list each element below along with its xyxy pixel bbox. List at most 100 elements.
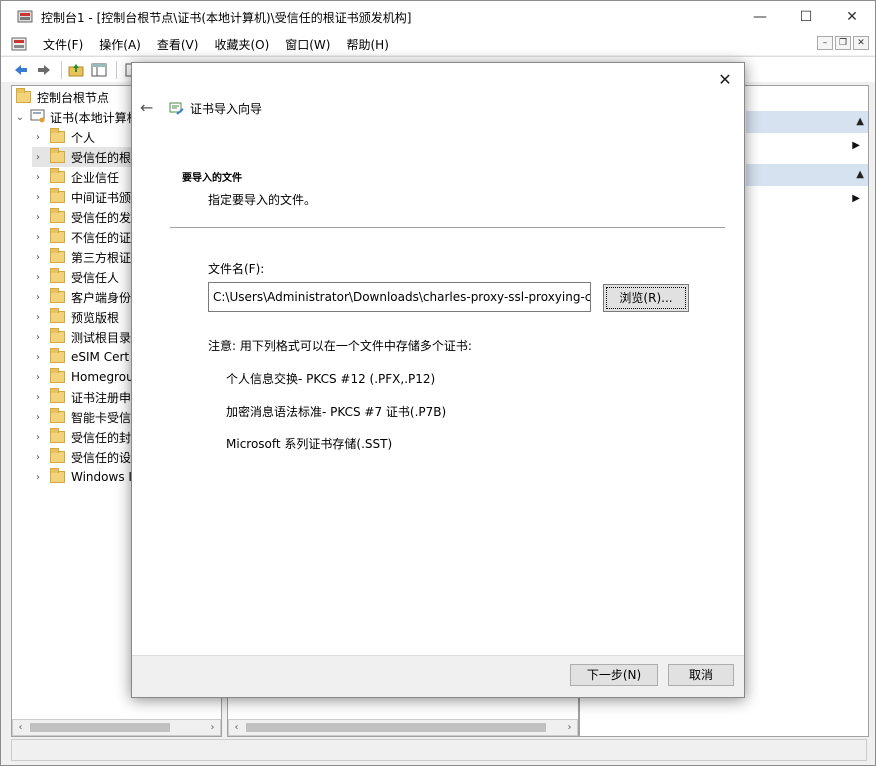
scroll-thumb[interactable] — [30, 723, 170, 732]
chevron-down-icon[interactable]: ⌄ — [14, 112, 26, 123]
tree-item-label: 测试根目录 — [71, 330, 132, 345]
tree-item-label: 控制台根节点 — [37, 90, 110, 105]
tree-item-enrollment-requests[interactable]: › 证书注册申 — [32, 387, 131, 407]
show-hide-tree-icon[interactable] — [89, 60, 109, 80]
actions-section-header[interactable]: ▲ — [746, 164, 868, 186]
tree-item-untrusted[interactable]: › 不信任的证 — [32, 227, 131, 247]
chevron-right-icon[interactable]: › — [32, 172, 44, 183]
menu-action[interactable]: 操作(A) — [91, 36, 149, 53]
minimize-button[interactable]: — — [737, 1, 783, 33]
tree-item-label: 证书(本地计算机 — [50, 110, 139, 125]
tree-item-certificates[interactable]: ⌄ 证书(本地计算机 — [14, 107, 139, 127]
header-separator — [170, 227, 725, 228]
menu-view[interactable]: 查看(V) — [149, 36, 207, 53]
folder-icon — [50, 468, 65, 483]
more-actions-icon[interactable]: ▶ — [852, 193, 860, 204]
menu-bar: 文件(F) 操作(A) 查看(V) 收藏夹(O) 窗口(W) 帮助(H) — [1, 33, 875, 55]
chevron-right-icon[interactable]: › — [32, 452, 44, 463]
maximize-button[interactable]: ☐ — [783, 1, 829, 33]
tree-item-windows[interactable]: › Windows I — [32, 467, 132, 487]
tree-item-label: 个人 — [71, 130, 96, 145]
chevron-right-icon[interactable]: › — [32, 312, 44, 323]
tree-item-label: 受信任的发 — [71, 210, 132, 225]
actions-section-header[interactable]: ▲ — [746, 111, 868, 133]
section-title: 要导入的文件 — [182, 173, 242, 184]
chevron-right-icon[interactable]: › — [32, 292, 44, 303]
chevron-right-icon[interactable]: › — [32, 132, 44, 143]
tree-item-trusted-people[interactable]: › 受信任人 — [32, 267, 119, 287]
menu-favorites[interactable]: 收藏夹(O) — [206, 36, 277, 53]
forward-arrow-icon[interactable] — [34, 60, 54, 80]
tree-item-enterprise-trust[interactable]: › 企业信任 — [32, 167, 119, 187]
tree-item-label: 不信任的证 — [71, 230, 132, 245]
menu-window[interactable]: 窗口(W) — [277, 36, 338, 53]
chevron-right-icon[interactable]: › — [32, 412, 44, 423]
folder-icon — [50, 248, 65, 263]
folder-icon — [16, 88, 31, 103]
tree-item-label: 受信任人 — [71, 270, 120, 285]
chevron-right-icon[interactable]: › — [32, 392, 44, 403]
scroll-left-arrow-icon[interactable]: ‹ — [13, 722, 28, 733]
tree-item-label: 客户端身份 — [71, 290, 132, 305]
format-pkcs7: 加密消息语法标准- PKCS #7 证书(.P7B) — [226, 405, 447, 419]
chevron-right-icon[interactable]: › — [32, 272, 44, 283]
folder-icon — [50, 148, 65, 163]
tree-item-trusted-publishers[interactable]: › 受信任的发 — [32, 207, 131, 227]
chevron-right-icon[interactable]: › — [32, 432, 44, 443]
browse-button[interactable]: 浏览(R)... — [603, 284, 689, 312]
results-horizontal-scrollbar[interactable]: ‹ › — [228, 719, 578, 736]
scroll-left-arrow-icon[interactable]: ‹ — [229, 722, 244, 733]
format-pkcs12: 个人信息交换- PKCS #12 (.PFX,.P12) — [226, 372, 436, 386]
tree-item-label: 第三方根证 — [71, 250, 132, 265]
scroll-thumb[interactable] — [246, 723, 546, 732]
cancel-button[interactable]: 取消 — [668, 664, 734, 686]
tree-item-trusted-packaged[interactable]: › 受信任的封 — [32, 427, 131, 447]
tree-item-smart-card[interactable]: › 智能卡受信 — [32, 407, 131, 427]
folder-icon — [50, 268, 65, 283]
next-button[interactable]: 下一步(N) — [570, 664, 658, 686]
tree-item-esim[interactable]: › eSIM Cert — [32, 347, 129, 367]
mdi-restore-button[interactable]: ❐ — [835, 36, 851, 50]
chevron-right-icon[interactable]: › — [32, 232, 44, 243]
close-window-button[interactable]: ✕ — [829, 1, 875, 33]
tree-item-intermediate-ca[interactable]: › 中间证书颁 — [32, 187, 131, 207]
tree-item-homegroup[interactable]: › Homegrou — [32, 367, 134, 387]
back-arrow-icon[interactable]: ← — [140, 98, 153, 117]
tree-item-trusted-devices[interactable]: › 受信任的设 — [32, 447, 131, 467]
tree-item-test-root[interactable]: › 测试根目录 — [32, 327, 131, 347]
menu-file[interactable]: 文件(F) — [35, 36, 91, 53]
chevron-right-icon[interactable]: › — [32, 352, 44, 363]
tree-horizontal-scrollbar[interactable]: ‹ › — [12, 719, 221, 736]
chevron-right-icon[interactable]: › — [32, 472, 44, 483]
chevron-right-icon[interactable]: › — [32, 212, 44, 223]
chevron-right-icon[interactable]: › — [32, 192, 44, 203]
tree-item-preview-root[interactable]: › 预览版根 — [32, 307, 119, 327]
chevron-right-icon[interactable]: › — [32, 332, 44, 343]
folder-icon — [50, 168, 65, 183]
chevron-right-icon[interactable]: › — [32, 252, 44, 263]
tree-item-third-party-root[interactable]: › 第三方根证 — [32, 247, 131, 267]
chevron-right-icon[interactable]: › — [32, 152, 44, 163]
file-name-label: 文件名(F): — [208, 262, 265, 276]
folder-icon — [50, 228, 65, 243]
scroll-right-arrow-icon[interactable]: › — [562, 722, 577, 733]
toolbar-separator — [116, 60, 117, 79]
more-actions-icon[interactable]: ▶ — [852, 140, 860, 151]
tree-item-client-auth[interactable]: › 客户端身份 — [32, 287, 131, 307]
mmc-document-icon[interactable] — [11, 36, 27, 52]
collapse-icon[interactable]: ▲ — [856, 116, 864, 127]
collapse-icon[interactable]: ▲ — [856, 169, 864, 180]
mdi-minimize-button[interactable]: – — [817, 36, 833, 50]
scroll-right-arrow-icon[interactable]: › — [205, 722, 220, 733]
up-folder-icon[interactable] — [66, 60, 86, 80]
menu-help[interactable]: 帮助(H) — [338, 36, 396, 53]
tree-item-personal[interactable]: › 个人 — [32, 127, 95, 147]
tree-item-label: eSIM Cert — [71, 350, 130, 364]
mdi-close-button[interactable]: ✕ — [853, 36, 869, 50]
file-name-input[interactable]: C:\Users\Administrator\Downloads\charles… — [208, 282, 591, 312]
dialog-title: 证书导入向导 — [190, 102, 263, 116]
tree-item-root[interactable]: 控制台根节点 — [14, 87, 109, 107]
back-arrow-icon[interactable] — [11, 60, 31, 80]
chevron-right-icon[interactable]: › — [32, 372, 44, 383]
dialog-close-button[interactable]: ✕ — [712, 67, 738, 93]
